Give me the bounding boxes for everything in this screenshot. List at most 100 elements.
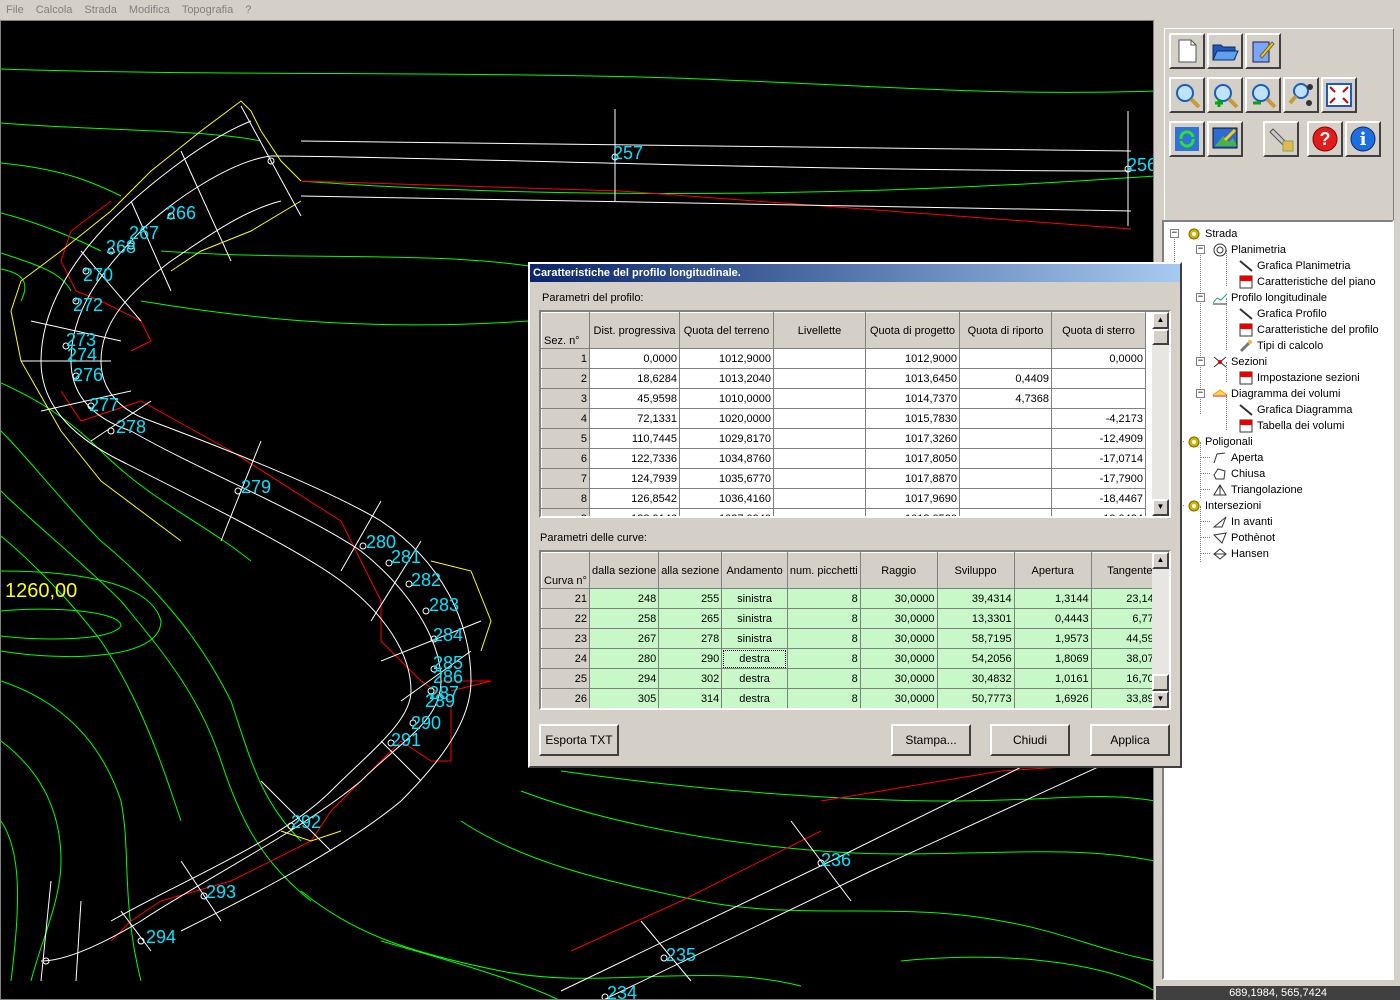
tree-item-diagramma-volumi[interactable]: Diagramma dei volumi [1212, 386, 1340, 402]
table-cell[interactable]: 72,1331 [589, 408, 680, 429]
tree-item-chiusa[interactable]: Chiusa [1212, 466, 1265, 482]
table-row[interactable]: 1 0,0000 1012,9000 1012,9000 0,0000 [541, 348, 1146, 369]
table-cell[interactable]: 258 [589, 608, 660, 629]
table-cell[interactable] [773, 508, 866, 516]
menu-modifica[interactable]: Modifica [129, 4, 170, 16]
table-cell[interactable]: 54,2056 [937, 648, 1015, 669]
table-cell[interactable]: 1,6926 [1014, 688, 1092, 708]
table-cell[interactable]: 1010,0000 [679, 388, 774, 409]
tree-item-in-avanti[interactable]: In avanti [1212, 514, 1273, 530]
table-cell[interactable]: 18,6284 [589, 368, 680, 389]
tree-item-profilo-longitudinale[interactable]: Profilo longitudinale [1212, 290, 1327, 306]
tree-item-sezioni[interactable]: Sezioni [1212, 354, 1267, 370]
table-cell[interactable]: 8 [787, 668, 861, 689]
table-cell[interactable] [959, 468, 1052, 489]
table-cell[interactable] [773, 488, 866, 509]
table-cell[interactable]: sinistra [721, 628, 788, 649]
tree-item-planimetria[interactable]: Planimetria [1212, 242, 1286, 258]
menu-file[interactable]: File [6, 4, 24, 16]
tree-item-grafica-diagramma[interactable]: Grafica Diagramma [1238, 402, 1352, 418]
table-cell[interactable]: 1029,8170 [679, 428, 774, 449]
scroll-down-icon[interactable]: ▼ [1152, 691, 1169, 708]
table-cell[interactable]: 1015,7830 [865, 408, 960, 429]
table-cell[interactable]: 0,4409 [959, 368, 1052, 389]
tree-item-tipi-calcolo[interactable]: Tipi di calcolo [1238, 338, 1323, 354]
table-cell[interactable]: 0,4443 [1014, 608, 1092, 629]
table-cell[interactable]: 302 [658, 668, 723, 689]
table-cell[interactable]: 1013,2040 [679, 368, 774, 389]
table-cell[interactable] [959, 408, 1052, 429]
table-cell[interactable] [959, 488, 1052, 509]
menu-help[interactable]: ? [245, 4, 251, 16]
table-cell[interactable] [1051, 368, 1146, 389]
table-cell[interactable]: 8 [787, 688, 861, 708]
table-cell[interactable]: 278 [658, 628, 723, 649]
print-button[interactable]: Stampa... [891, 724, 971, 756]
curves-scrollbar[interactable]: ▲ ▼ [1152, 552, 1169, 708]
expand-diagramma[interactable]: − [1196, 389, 1205, 398]
table-cell[interactable]: 30,0000 [860, 608, 938, 629]
menu-calcola[interactable]: Calcola [36, 4, 73, 16]
table-cell[interactable] [773, 448, 866, 469]
table-cell[interactable] [773, 408, 866, 429]
table-cell[interactable]: 290 [658, 648, 723, 669]
export-txt-button[interactable]: Esporta TXT [539, 724, 619, 756]
table-cell[interactable]: 1,3144 [1014, 588, 1092, 609]
table-row[interactable]: 24 280 290 destra 8 30,0000 54,2056 1,8069 38,07… [541, 648, 1169, 669]
table-cell[interactable] [773, 348, 866, 369]
table-cell[interactable]: 30,0000 [860, 668, 938, 689]
table-cell[interactable] [773, 468, 866, 489]
tree-item-grafica-planimetria[interactable]: Grafica Planimetria [1238, 258, 1351, 274]
tree-item-caratteristiche-piano[interactable]: Caratteristiche del piano [1238, 274, 1376, 290]
table-cell[interactable] [959, 448, 1052, 469]
table-cell[interactable] [959, 348, 1052, 369]
table-cell[interactable]: 280 [589, 648, 660, 669]
zoom-in-button[interactable] [1207, 77, 1243, 113]
table-cell[interactable]: 30,0000 [860, 628, 938, 649]
table-cell[interactable] [773, 368, 866, 389]
table-cell[interactable] [1051, 388, 1146, 409]
table-cell[interactable]: sinistra [721, 608, 788, 629]
table-cell[interactable]: 248 [589, 588, 660, 609]
table-cell[interactable]: 128,9146 [589, 508, 680, 516]
apply-button[interactable]: Applica [1090, 724, 1170, 756]
table-row[interactable]: 25 294 302 destra 8 30,0000 30,4832 1,0161 16,70… [541, 668, 1169, 689]
table-cell[interactable]: 58,7195 [937, 628, 1015, 649]
table-cell[interactable]: 8 [787, 648, 861, 669]
table-cell[interactable]: 1012,9000 [865, 348, 960, 369]
tree-item-tabella-volumi[interactable]: Tabella dei volumi [1238, 418, 1344, 434]
zoom-button[interactable] [1169, 77, 1205, 113]
table-cell[interactable]: 1035,6770 [679, 468, 774, 489]
zoom-window-button[interactable] [1283, 77, 1319, 113]
expand-sezioni[interactable]: − [1196, 357, 1205, 366]
table-cell[interactable]: 1034,8760 [679, 448, 774, 469]
table-cell[interactable]: 30,0000 [860, 688, 938, 708]
table-cell[interactable]: -17,7900 [1051, 468, 1146, 489]
table-row[interactable]: 7 124,7939 1035,6770 1017,8870 -17,7900 [541, 468, 1146, 489]
table-cell[interactable]: 8 [787, 628, 861, 649]
table-cell[interactable]: 124,7939 [589, 468, 680, 489]
zoom-extents-button[interactable] [1321, 77, 1357, 113]
table-cell[interactable] [773, 388, 866, 409]
tree-item-hansen[interactable]: Hansen [1212, 546, 1269, 562]
tree-item-poligonali[interactable]: Poligonali [1186, 434, 1253, 450]
table-cell[interactable]: 8 [787, 588, 861, 609]
table-cell[interactable]: 1018,0520 [865, 508, 960, 516]
table-cell[interactable]: 1013,6450 [865, 368, 960, 389]
table-cell[interactable]: 126,8542 [589, 488, 680, 509]
table-cell[interactable]: 255 [658, 588, 723, 609]
table-cell[interactable] [959, 428, 1052, 449]
table-cell[interactable]: 1012,9000 [679, 348, 774, 369]
profile-grid[interactable]: Sez. n° Dist. progressiva Quota del terr… [539, 310, 1171, 518]
table-row[interactable]: 2 18,6284 1013,2040 1013,6450 0,4409 [541, 368, 1146, 389]
scroll-up-icon[interactable]: ▲ [1152, 312, 1169, 329]
close-button[interactable]: Chiudi [990, 724, 1070, 756]
table-cell[interactable] [959, 508, 1052, 516]
tree-item-aperta[interactable]: Aperta [1212, 450, 1263, 466]
scroll-thumb[interactable] [1152, 329, 1169, 345]
table-cell[interactable]: 314 [658, 688, 723, 708]
expand-strada[interactable]: − [1170, 229, 1179, 238]
table-cell[interactable]: 1020,0000 [679, 408, 774, 429]
table-cell[interactable]: 1014,7370 [865, 388, 960, 409]
expand-profilo[interactable]: − [1196, 293, 1205, 302]
